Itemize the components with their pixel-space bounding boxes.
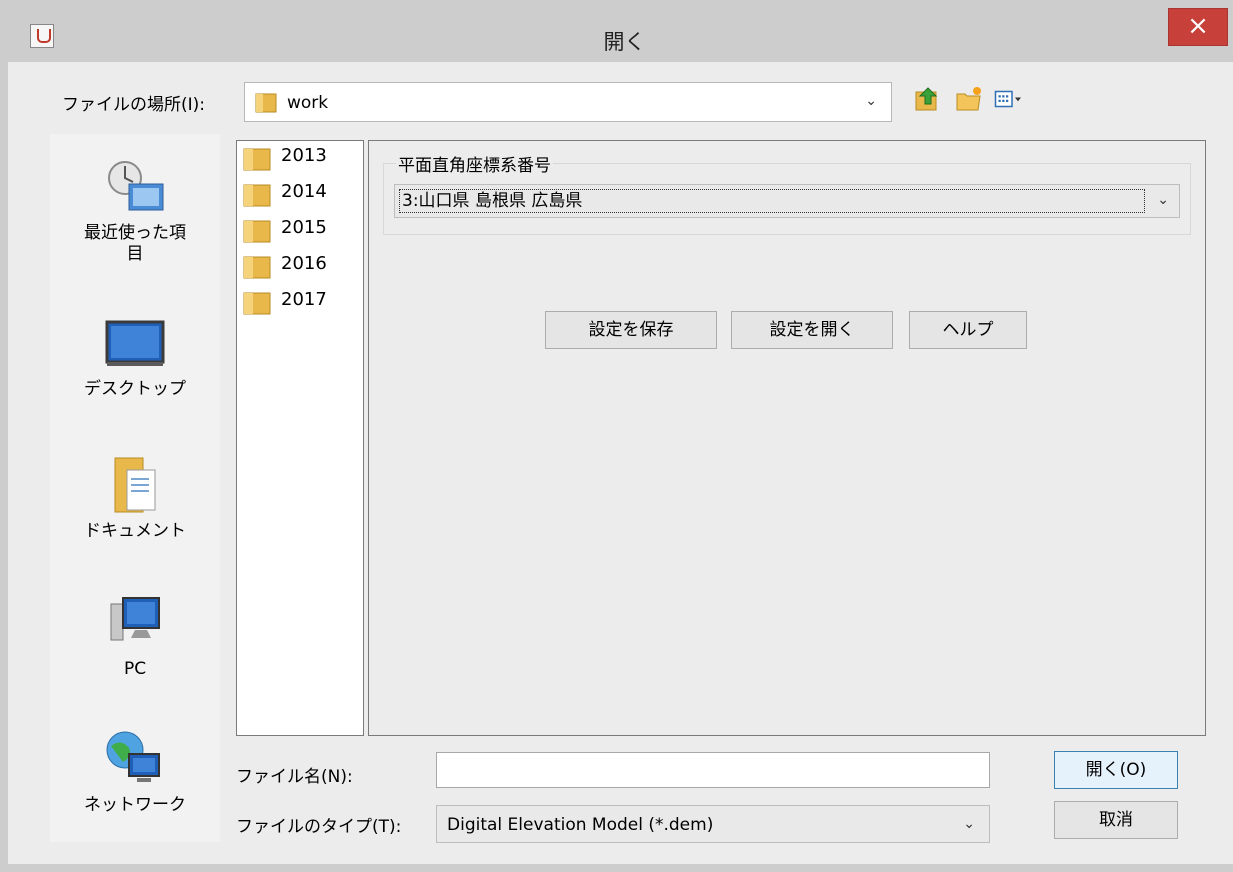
cancel-button[interactable]: 取消 bbox=[1054, 801, 1178, 839]
pc-icon bbox=[110, 597, 160, 641]
group-title: 平面直角座標系番号 bbox=[396, 151, 553, 176]
folder-icon bbox=[255, 93, 277, 113]
folder-icon bbox=[243, 220, 271, 243]
folder-up-icon[interactable] bbox=[912, 84, 942, 114]
place-network[interactable]: ネットワーク bbox=[50, 726, 220, 816]
recent-items-icon bbox=[108, 161, 164, 211]
file-type-value: Digital Elevation Model (*.dem) bbox=[447, 815, 714, 835]
folder-icon bbox=[243, 292, 271, 315]
look-in-combo[interactable]: work ⌄ bbox=[244, 82, 892, 122]
open-dialog: 開く × ファイルの場所(I): work ⌄ 最近使った項 目 デスクトップ … bbox=[0, 0, 1233, 872]
place-label: ドキュメント bbox=[84, 521, 186, 541]
coordinate-system-combo[interactable]: 3:山口県 島根県 広島県 ⌄ bbox=[394, 184, 1180, 218]
new-folder-icon[interactable] bbox=[954, 84, 984, 114]
dialog-body: ファイルの場所(I): work ⌄ 最近使った項 目 デスクトップ ドキュメン… bbox=[16, 62, 1233, 864]
file-name-label: ファイル名(N): bbox=[236, 767, 353, 787]
accessory-panel: 平面直角座標系番号 3:山口県 島根県 広島県 ⌄ 設定を保存 設定を開く ヘル… bbox=[368, 140, 1206, 736]
place-recent-items[interactable]: 最近使った項 目 bbox=[50, 154, 220, 265]
help-button[interactable]: ヘルプ bbox=[909, 311, 1027, 349]
place-pc[interactable]: PC bbox=[50, 594, 220, 680]
file-name-input[interactable] bbox=[436, 752, 990, 788]
place-label: 最近使った項 目 bbox=[84, 223, 186, 264]
chevron-down-icon: ⌄ bbox=[1157, 192, 1169, 208]
file-type-combo[interactable]: Digital Elevation Model (*.dem) ⌄ bbox=[436, 805, 990, 843]
folder-icon bbox=[243, 148, 271, 171]
window-title: 開く bbox=[603, 30, 646, 54]
chevron-down-icon: ⌄ bbox=[865, 93, 877, 109]
place-documents[interactable]: ドキュメント bbox=[50, 452, 220, 542]
place-label: デスクトップ bbox=[84, 379, 186, 399]
place-label: ネットワーク bbox=[84, 795, 186, 815]
desktop-icon bbox=[105, 320, 165, 366]
look-in-label: ファイルの場所(I): bbox=[62, 95, 206, 115]
file-name: 2015 bbox=[281, 217, 327, 238]
file-list[interactable]: 2013 2014 2015 2016 2017 bbox=[236, 140, 364, 736]
file-type-label: ファイルのタイプ(T): bbox=[236, 817, 402, 837]
close-button[interactable]: × bbox=[1168, 8, 1228, 46]
file-name: 2016 bbox=[281, 253, 327, 274]
open-settings-button[interactable]: 設定を開く bbox=[731, 311, 893, 349]
look-in-value: work bbox=[287, 93, 329, 113]
places-bar: 最近使った項 目 デスクトップ ドキュメント PC ネットワーク bbox=[50, 134, 220, 842]
file-name: 2013 bbox=[281, 145, 327, 166]
network-icon bbox=[106, 731, 160, 782]
save-settings-button[interactable]: 設定を保存 bbox=[545, 311, 717, 349]
title-bar[interactable]: 開く × bbox=[8, 0, 1233, 62]
documents-icon bbox=[114, 457, 156, 513]
place-label: PC bbox=[123, 659, 147, 679]
coordinate-system-value: 3:山口県 島根県 広島県 bbox=[399, 189, 1145, 213]
folder-icon bbox=[243, 184, 271, 207]
folder-icon bbox=[243, 256, 271, 279]
view-menu-icon[interactable] bbox=[994, 84, 1024, 114]
place-desktop[interactable]: デスクトップ bbox=[50, 316, 220, 400]
open-button[interactable]: 開く(O) bbox=[1054, 751, 1178, 789]
chevron-down-icon: ⌄ bbox=[963, 816, 975, 832]
file-name: 2017 bbox=[281, 289, 327, 310]
coordinate-system-group: 平面直角座標系番号 3:山口県 島根県 広島県 ⌄ bbox=[383, 151, 1191, 235]
file-name: 2014 bbox=[281, 181, 327, 202]
